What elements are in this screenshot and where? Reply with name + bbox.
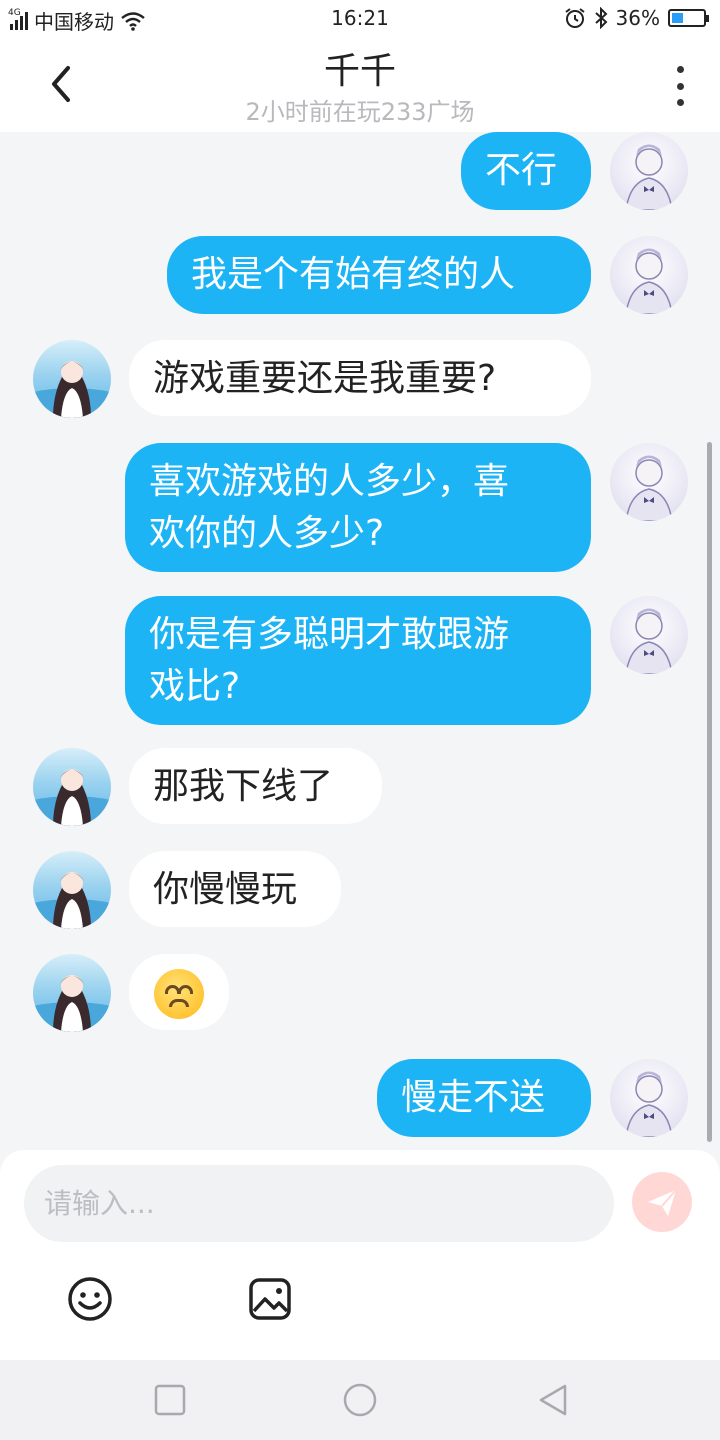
contact-avatar[interactable]	[33, 748, 111, 826]
more-options-button[interactable]	[674, 66, 686, 106]
alarm-icon	[564, 8, 585, 28]
smiley-icon	[68, 1277, 112, 1321]
message-list[interactable]: 不行 我是个有始有终的人 游戏重要还是我重要? 喜欢游戏的人多少，喜 欢你的人多…	[0, 132, 720, 1150]
status-right: 36%	[564, 6, 709, 30]
message-bubble-incoming[interactable]	[129, 954, 229, 1030]
message-text: 不行	[485, 150, 558, 191]
status-bar: 4G 中国移动 16:21 36%	[0, 0, 720, 36]
message-bubble-incoming[interactable]: 你慢慢玩	[129, 851, 341, 927]
input-placeholder: 请输入...	[44, 1187, 155, 1220]
message-bubble-outgoing[interactable]: 不行	[461, 132, 591, 210]
message-text-line: 喜欢游戏的人多少，喜	[149, 461, 510, 502]
contact-avatar[interactable]	[33, 851, 111, 929]
message-text: 游戏重要还是我重要?	[153, 358, 497, 399]
battery-icon	[668, 9, 709, 27]
message-text-line: 欢你的人多少?	[149, 513, 385, 554]
message-text: 你慢慢玩	[153, 869, 298, 910]
bluetooth-icon	[594, 7, 607, 29]
message-bubble-incoming[interactable]: 游戏重要还是我重要?	[129, 340, 591, 416]
image-picker-button[interactable]	[246, 1275, 294, 1323]
message-bubble-outgoing[interactable]: 你是有多聪明才敢跟游 戏比?	[125, 596, 591, 725]
message-text: 我是个有始有终的人	[191, 254, 516, 295]
message-bubble-incoming[interactable]: 那我下线了	[129, 748, 382, 824]
chat-subtitle: 2小时前在玩233广场	[245, 98, 475, 126]
paper-plane-icon	[648, 1189, 677, 1216]
emoji-picker-button[interactable]	[66, 1275, 114, 1323]
system-nav-bar	[0, 1360, 720, 1440]
my-avatar[interactable]	[610, 132, 688, 210]
my-avatar[interactable]	[610, 236, 688, 314]
my-avatar[interactable]	[610, 443, 688, 521]
message-bubble-outgoing[interactable]: 慢走不送	[377, 1059, 591, 1137]
back-nav-button[interactable]	[535, 1382, 571, 1418]
message-input[interactable]: 请输入...	[24, 1165, 614, 1242]
composer: 请输入...	[0, 1150, 720, 1360]
circle-icon	[343, 1383, 377, 1417]
message-text-line: 戏比?	[149, 666, 241, 707]
triangle-back-icon	[539, 1384, 567, 1416]
contact-avatar[interactable]	[33, 954, 111, 1032]
chat-header: 千千 2小时前在玩233广场	[0, 36, 720, 132]
message-text: 那我下线了	[153, 766, 334, 807]
send-button[interactable]	[632, 1172, 692, 1232]
message-text-line: 你是有多聪明才敢跟游	[149, 614, 510, 655]
message-text: 慢走不送	[401, 1077, 546, 1118]
recent-apps-button[interactable]	[152, 1382, 188, 1418]
more-vertical-icon	[676, 66, 684, 73]
scrollbar[interactable]	[707, 442, 712, 1142]
message-bubble-outgoing[interactable]: 喜欢游戏的人多少，喜 欢你的人多少?	[125, 443, 591, 572]
my-avatar[interactable]	[610, 1059, 688, 1137]
image-icon	[249, 1278, 291, 1320]
chat-title: 千千	[323, 51, 396, 92]
message-bubble-outgoing[interactable]: 我是个有始有终的人	[167, 236, 591, 314]
contact-avatar[interactable]	[33, 340, 111, 418]
square-icon	[154, 1384, 186, 1416]
battery-percent: 36%	[615, 6, 660, 30]
home-button[interactable]	[342, 1382, 378, 1418]
my-avatar[interactable]	[610, 596, 688, 674]
upside-down-face-icon	[154, 969, 204, 1019]
battery-fill	[672, 13, 683, 23]
